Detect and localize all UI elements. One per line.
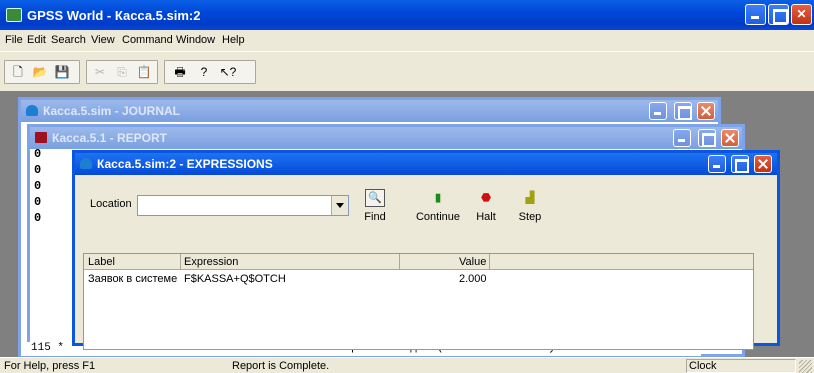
column-header-expression[interactable]: Expression [184, 256, 238, 268]
find-button[interactable]: 🔍 Find [360, 189, 390, 223]
report-icon [35, 132, 47, 143]
table-header: Label Expression Value [84, 254, 753, 270]
step-button[interactable]: ▟ Step [515, 189, 545, 223]
mdi-client-area: Касса.5.sim - JOURNAL Касса.5.1 - REPORT… [0, 91, 814, 357]
report-title-bar[interactable]: Касса.5.1 - REPORT [30, 127, 742, 149]
copy-icon[interactable]: ⎘ [113, 63, 131, 81]
column-divider[interactable] [489, 254, 490, 270]
continue-button[interactable]: ▮ Continue [413, 189, 463, 223]
report-close-button[interactable] [721, 129, 739, 147]
gpss-app-icon[interactable] [6, 8, 22, 22]
new-file-icon[interactable]: 🗋 [9, 63, 27, 81]
menu-bar: File Edit Search View Command Window Hel… [0, 30, 814, 50]
expressions-table: Label Expression Value Заявок в системе … [83, 253, 754, 350]
chevron-down-icon[interactable] [331, 196, 348, 215]
journal-line: 0 [34, 163, 42, 177]
column-divider[interactable] [180, 254, 181, 270]
status-clock: Clock [689, 360, 717, 372]
status-clock-panel: Clock [686, 359, 796, 373]
toolbar-edit-group: ✂ ⎘ 📋 [86, 60, 158, 84]
journal-title-bar[interactable]: Касса.5.sim - JOURNAL [21, 100, 718, 122]
menu-file[interactable]: File [5, 34, 23, 46]
journal-icon [26, 105, 38, 116]
row-value: 2.000 [459, 273, 487, 285]
column-divider[interactable] [399, 254, 400, 270]
status-help-text: For Help, press F1 [4, 360, 96, 372]
expressions-title-bar[interactable]: Касса.5.sim:2 - EXPRESSIONS [75, 153, 777, 175]
toolbar-file-group: 🗋 📂 💾 [4, 60, 80, 84]
stop-sign-icon: ⬣ [481, 192, 491, 204]
report-maximize-button[interactable] [698, 129, 716, 147]
expressions-panel: Location 🔍 Find ▮ Continue ⬣ Halt ▟ Step [75, 175, 777, 350]
close-button[interactable]: ✕ [791, 4, 812, 25]
expressions-title: Касса.5.sim:2 - EXPRESSIONS [97, 157, 273, 171]
find-label: Find [364, 211, 386, 223]
journal-line: 0 [34, 211, 42, 225]
menu-help[interactable]: Help [222, 34, 245, 46]
status-message: Report is Complete. [232, 360, 330, 372]
help-icon[interactable]: ? [195, 63, 213, 81]
continue-label: Continue [415, 211, 461, 223]
step-stairs-icon: ▟ [525, 192, 535, 204]
step-label: Step [518, 211, 542, 223]
journal-line: 0 [34, 179, 42, 193]
expressions-close-button[interactable] [754, 155, 772, 173]
save-icon[interactable]: 💾 [53, 63, 71, 81]
cut-icon[interactable]: ✂ [91, 63, 109, 81]
toolbar-misc-group: 🖶 ? ↖? [164, 60, 256, 84]
menu-edit[interactable]: Edit [27, 34, 46, 46]
halt-label: Halt [476, 211, 496, 223]
expressions-minimize-button[interactable] [708, 155, 726, 173]
menu-window[interactable]: Window [176, 34, 215, 46]
journal-maximize-button[interactable] [674, 102, 692, 120]
toolbar: 🗋 📂 💾 ✂ ⎘ 📋 🖶 ? ↖? [0, 51, 814, 91]
expressions-icon [80, 158, 92, 169]
menu-view[interactable]: View [91, 34, 115, 46]
halt-button[interactable]: ⬣ Halt [471, 189, 501, 223]
minimize-button[interactable] [745, 4, 766, 25]
column-header-label[interactable]: Label [88, 256, 115, 268]
menu-search[interactable]: Search [51, 34, 86, 46]
journal-line: 0 [34, 147, 42, 161]
row-label: Заявок в системе [88, 273, 178, 285]
location-combobox[interactable] [137, 195, 349, 216]
context-help-icon[interactable]: ↖? [219, 63, 237, 81]
report-line-number: 115 * [31, 342, 65, 354]
journal-line: 0 [34, 195, 42, 209]
location-label: Location [90, 198, 132, 210]
app-title-bar[interactable]: GPSS World - Касса.5.sim:2 ✕ [0, 0, 814, 30]
column-header-value[interactable]: Value [459, 256, 486, 268]
expressions-maximize-button[interactable] [731, 155, 749, 173]
journal-minimize-button[interactable] [649, 102, 667, 120]
journal-close-button[interactable] [697, 102, 715, 120]
row-expression: F$KASSA+Q$OTCH [184, 273, 286, 285]
journal-title: Касса.5.sim - JOURNAL [43, 104, 180, 118]
open-folder-icon[interactable]: 📂 [31, 63, 49, 81]
maximize-button[interactable] [768, 4, 789, 25]
expressions-window[interactable]: Касса.5.sim:2 - EXPRESSIONS Location 🔍 F… [72, 150, 780, 350]
report-title: Касса.5.1 - REPORT [52, 131, 167, 145]
status-bar: For Help, press F1 Report is Complete. C… [0, 357, 814, 373]
magnifier-icon: 🔍 [365, 189, 385, 207]
print-icon[interactable]: 🖶 [171, 63, 189, 81]
paste-icon[interactable]: 📋 [135, 63, 153, 81]
app-title: GPSS World - Касса.5.sim:2 [27, 8, 201, 23]
resize-grip[interactable] [799, 360, 812, 373]
menu-command[interactable]: Command [122, 34, 173, 46]
report-minimize-button[interactable] [673, 129, 691, 147]
traffic-light-icon: ▮ [434, 192, 442, 204]
